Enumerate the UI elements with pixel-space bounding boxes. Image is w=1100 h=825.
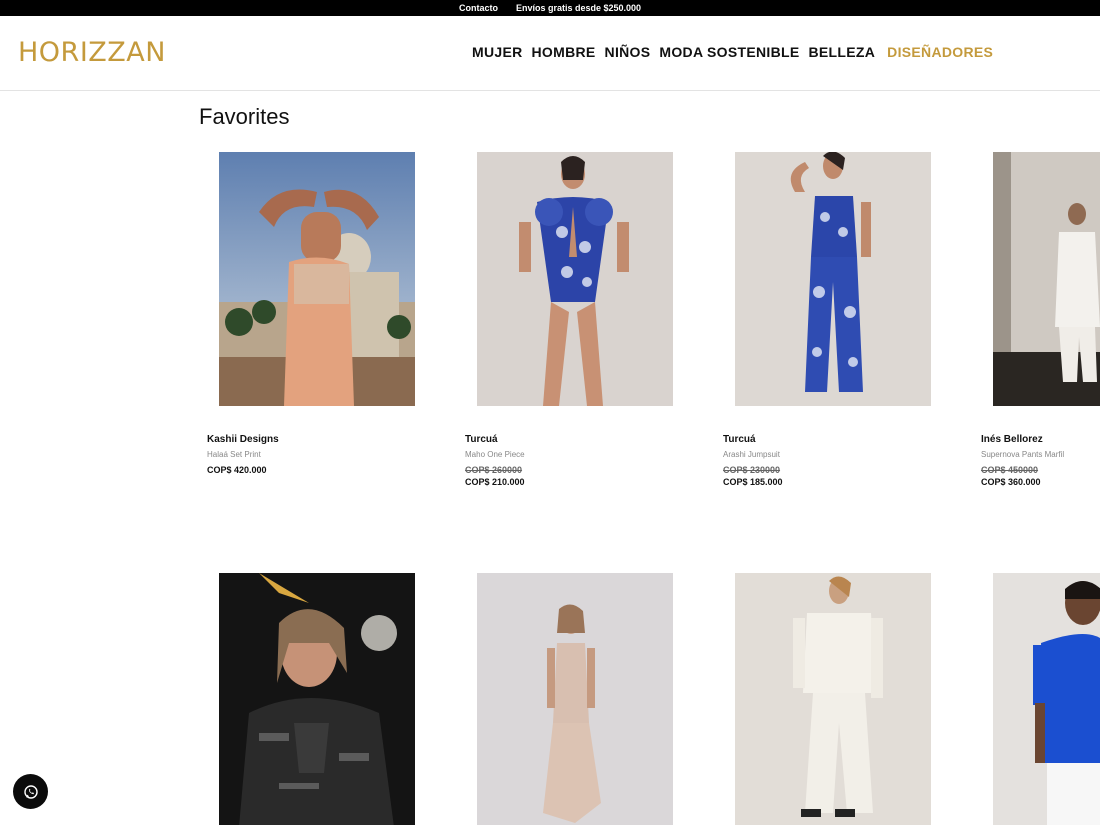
whatsapp-button[interactable] (13, 774, 48, 809)
product-photo (477, 573, 673, 825)
product-price: COP$ 420.000 (207, 465, 267, 475)
product-brand[interactable]: Turcuá (723, 434, 943, 445)
product-old-price: COP$ 230000 (723, 465, 781, 475)
product-photo (219, 573, 415, 825)
product-photo (993, 152, 1100, 406)
product-brand[interactable]: Turcuá (465, 434, 685, 445)
product-name[interactable]: Maho One Piece (465, 450, 685, 459)
product-brand[interactable]: Kashii Designs (207, 434, 427, 445)
product-card[interactable] (477, 573, 673, 825)
page-title: Favorites (199, 104, 290, 129)
nav-item-belleza[interactable]: BELLEZA (809, 44, 876, 60)
contact-link[interactable]: Contacto (459, 3, 498, 13)
product-image[interactable] (219, 152, 415, 406)
site-header: HORIZZAN MUJER HOMBRE NIÑOS MODA SOSTENI… (0, 16, 1100, 91)
nav-item-ninos[interactable]: NIÑOS (605, 44, 651, 60)
whatsapp-icon (23, 784, 38, 799)
product-photo (735, 152, 931, 406)
product-photo (219, 152, 415, 406)
free-shipping-text: Envíos gratis desde $250.000 (515, 3, 642, 13)
logo[interactable]: HORIZZAN (18, 37, 166, 68)
product-image[interactable] (993, 152, 1100, 406)
product-name[interactable]: Arashi Jumpsuit (723, 450, 943, 459)
product-card[interactable] (993, 573, 1100, 825)
product-name[interactable]: Supernova Pants Marfil (981, 450, 1100, 459)
product-image[interactable] (735, 152, 931, 406)
product-image[interactable] (993, 573, 1100, 825)
product-old-price: COP$ 450000 (981, 465, 1039, 475)
product-image[interactable] (477, 573, 673, 825)
product-card[interactable] (219, 573, 415, 825)
product-info: Turcuá Arashi Jumpsuit COP$ 230000 COP$ … (723, 434, 943, 487)
product-photo (477, 152, 673, 406)
nav-item-mujer[interactable]: MUJER (472, 44, 523, 60)
product-name[interactable]: Halaá Set Print (207, 450, 427, 459)
product-card[interactable]: Kashii Designs Halaá Set Print COP$ 420.… (207, 152, 415, 475)
product-info: Turcuá Maho One Piece COP$ 260000 COP$ 2… (465, 434, 685, 487)
nav-item-hombre[interactable]: HOMBRE (532, 44, 596, 60)
product-info: Inés Bellorez Supernova Pants Marfil COP… (981, 434, 1100, 487)
announcement-bar: Contacto Envíos gratis desde $250.000 (0, 0, 1100, 16)
product-image[interactable] (735, 573, 931, 825)
product-photo (993, 573, 1100, 825)
product-old-price: COP$ 260000 (465, 465, 523, 475)
product-price: COP$ 360.000 (981, 477, 1041, 487)
nav-item-moda-sostenible[interactable]: MODA SOSTENIBLE (659, 44, 799, 60)
product-card[interactable] (735, 573, 931, 825)
main-nav: MUJER HOMBRE NIÑOS MODA SOSTENIBLE BELLE… (472, 44, 993, 60)
product-brand[interactable]: Inés Bellorez (981, 434, 1100, 445)
product-photo (735, 573, 931, 825)
product-card[interactable]: Turcuá Maho One Piece COP$ 260000 COP$ 2… (465, 152, 673, 487)
product-info: Kashii Designs Halaá Set Print COP$ 420.… (207, 434, 427, 475)
product-price: COP$ 210.000 (465, 477, 525, 487)
product-card[interactable]: Inés Bellorez Supernova Pants Marfil COP… (981, 152, 1100, 487)
product-image[interactable] (219, 573, 415, 825)
nav-item-disenadores[interactable]: DISEÑADORES (887, 44, 993, 60)
product-image[interactable] (477, 152, 673, 406)
product-card[interactable]: Turcuá Arashi Jumpsuit COP$ 230000 COP$ … (723, 152, 931, 487)
product-price: COP$ 185.000 (723, 477, 783, 487)
